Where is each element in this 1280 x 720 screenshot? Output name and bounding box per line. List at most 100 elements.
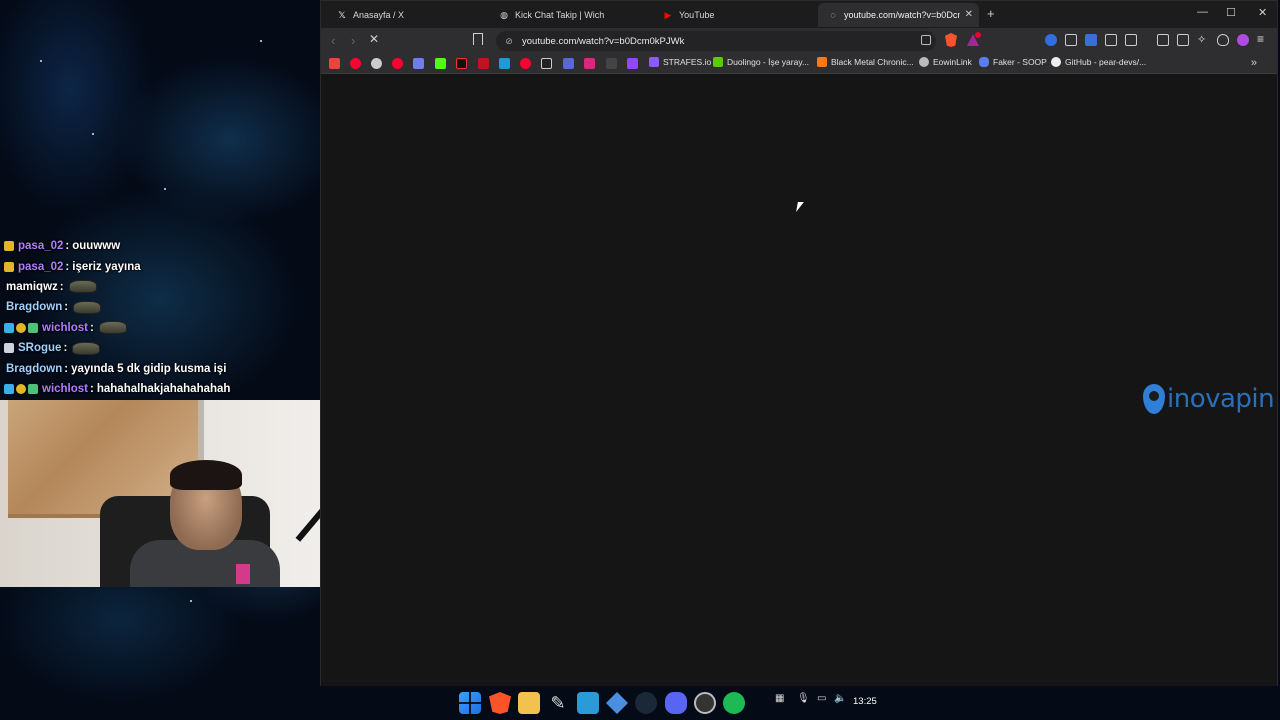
globe-icon[interactable] — [371, 58, 382, 69]
webcam-cup — [236, 564, 250, 584]
profile-icon[interactable] — [1237, 34, 1249, 46]
bookmark-site-icon[interactable] — [563, 58, 574, 69]
tab-x[interactable]: 𝕏 Anasayfa / X — [327, 3, 487, 27]
chat-user[interactable]: Bragdown — [6, 363, 62, 375]
more-bookmarks-icon[interactable]: » — [1251, 57, 1257, 69]
bookmark-site-icon[interactable] — [478, 58, 489, 69]
brave-shields-icon[interactable] — [945, 33, 957, 47]
puzzle-icon[interactable] — [1105, 34, 1117, 46]
taskbar-clock[interactable]: 13:25 — [853, 696, 877, 707]
globe-icon — [919, 57, 929, 67]
bookmark-black-metal[interactable]: Black Metal Chronic... — [817, 57, 914, 67]
tab-strip: 𝕏 Anasayfa / X ◍ Kick Chat Takip | Wich … — [321, 1, 1277, 28]
bookmark-site-icon[interactable] — [606, 58, 617, 69]
wallet-icon[interactable] — [1177, 34, 1189, 46]
chat-line-cut — [0, 218, 320, 236]
bookmark-strafes[interactable]: STRAFES.io — [649, 57, 711, 67]
inovapin-watermark: inovapin — [1143, 384, 1275, 414]
chat-message: işeriz yayına — [72, 260, 141, 273]
chat-user[interactable]: wichlost — [42, 322, 88, 334]
chat-line: Bragdown : yayında 5 dk gidip kusma işi — [0, 358, 320, 378]
leo-ai-icon[interactable]: ✧ — [1197, 34, 1209, 46]
vpn-icon[interactable] — [1217, 34, 1229, 46]
sidebar-icon[interactable] — [1157, 34, 1169, 46]
forward-button[interactable]: › — [351, 33, 355, 48]
address-input[interactable] — [522, 35, 902, 47]
blogger-icon — [817, 57, 827, 67]
discord-icon[interactable] — [665, 692, 687, 714]
youtube-icon[interactable] — [392, 58, 403, 69]
twitch-icon[interactable] — [627, 58, 638, 69]
bookmark-label: EowinLink — [933, 57, 972, 67]
duolingo-icon — [713, 57, 723, 67]
sub-badge-icon — [4, 261, 14, 272]
badge-icon — [16, 383, 26, 394]
spotify-icon[interactable] — [723, 692, 745, 714]
chat-line: Bragdown : — [0, 297, 320, 317]
gmail-icon[interactable] — [329, 58, 340, 69]
tray-apps-icon[interactable]: ▦ — [775, 693, 784, 704]
close-window-button[interactable]: ✕ — [1258, 6, 1267, 19]
chat-separator: : — [65, 260, 70, 273]
speaker-icon[interactable]: 🔈 — [834, 693, 846, 704]
menu-icon[interactable]: ≡ — [1257, 33, 1269, 46]
chat-line: mamiqwz : — [0, 277, 320, 297]
bookmark-duolingo[interactable]: Duolingo - İşe yaray... — [713, 57, 809, 67]
page-content[interactable] — [321, 74, 1277, 686]
chat-user[interactable]: wichlost — [42, 383, 88, 395]
extension-icon[interactable] — [1065, 34, 1077, 46]
strafes-icon — [649, 57, 659, 67]
bookmark-faker-soop[interactable]: Faker - SOOP — [979, 57, 1047, 67]
maximize-button[interactable]: ☐ — [1226, 6, 1236, 19]
address-bar[interactable]: ⊘ — [496, 31, 936, 51]
site-info-icon[interactable]: ⊘ — [504, 36, 514, 46]
bookmarks-bar: STRAFES.io Duolingo - İşe yaray... Black… — [321, 54, 1277, 74]
emote-icon — [73, 300, 102, 314]
loading-icon: ◌ — [830, 10, 836, 20]
tools-icon[interactable]: ✎ — [547, 692, 569, 714]
extension-icon[interactable] — [1045, 34, 1057, 46]
bookmark-eowinlink[interactable]: EowinLink — [919, 57, 972, 67]
chat-user[interactable]: SRogue — [18, 342, 61, 354]
chat-user[interactable]: pasa_02 — [18, 240, 63, 252]
x-logo-icon[interactable] — [541, 58, 552, 69]
microphone-icon[interactable]: 🎙 — [797, 693, 810, 704]
chat-user[interactable]: pasa_02 — [18, 261, 63, 273]
bookmark-icon[interactable] — [473, 33, 483, 45]
back-button[interactable]: ‹ — [331, 33, 335, 48]
stop-loading-button[interactable]: ✕ — [369, 32, 379, 46]
photos-icon[interactable] — [577, 692, 599, 714]
chat-user[interactable]: Bragdown — [6, 301, 62, 313]
youtube-icon[interactable] — [350, 58, 361, 69]
obs-icon[interactable] — [694, 692, 716, 714]
chat-line: wichlost : — [0, 318, 320, 338]
brave-browser-icon[interactable] — [489, 692, 511, 714]
youtube-icon[interactable] — [520, 58, 531, 69]
tab-kick-chat[interactable]: ◍ Kick Chat Takip | Wich — [489, 3, 649, 27]
new-tab-button[interactable]: + — [987, 6, 995, 21]
star — [92, 133, 94, 135]
badge-icon — [4, 322, 14, 333]
extension-icon[interactable] — [1125, 34, 1137, 46]
chat-separator: : — [65, 240, 70, 253]
bookmark-github[interactable]: GitHub - pear-devs/... — [1051, 57, 1146, 67]
sub-badge-icon — [4, 241, 14, 252]
extension-icon[interactable] — [1085, 34, 1097, 46]
steam-icon[interactable] — [635, 692, 657, 714]
tab-youtube-watch[interactable]: ◌ youtube.com/watch?v=b0Dcm0k ✕ — [818, 3, 979, 27]
github-icon — [1051, 57, 1061, 67]
tab-youtube[interactable]: ▶ YouTube — [653, 3, 813, 27]
chat-message: hahahalhakjahahahahah — [96, 382, 231, 395]
tiktok-icon[interactable] — [456, 58, 467, 69]
share-icon[interactable] — [921, 35, 931, 45]
bookmark-site-icon[interactable] — [413, 58, 424, 69]
bookmark-site-icon[interactable] — [499, 58, 510, 69]
file-explorer-icon[interactable] — [518, 692, 540, 714]
minimize-button[interactable]: — — [1197, 6, 1208, 18]
tab-label: youtube.com/watch?v=b0Dcm0k — [844, 10, 960, 20]
instagram-icon[interactable] — [584, 58, 595, 69]
network-icon[interactable]: ▭ — [817, 693, 826, 704]
kick-icon[interactable] — [435, 58, 446, 69]
close-tab-icon[interactable]: ✕ — [965, 9, 973, 20]
chat-user[interactable]: mamiqwz — [6, 281, 58, 293]
